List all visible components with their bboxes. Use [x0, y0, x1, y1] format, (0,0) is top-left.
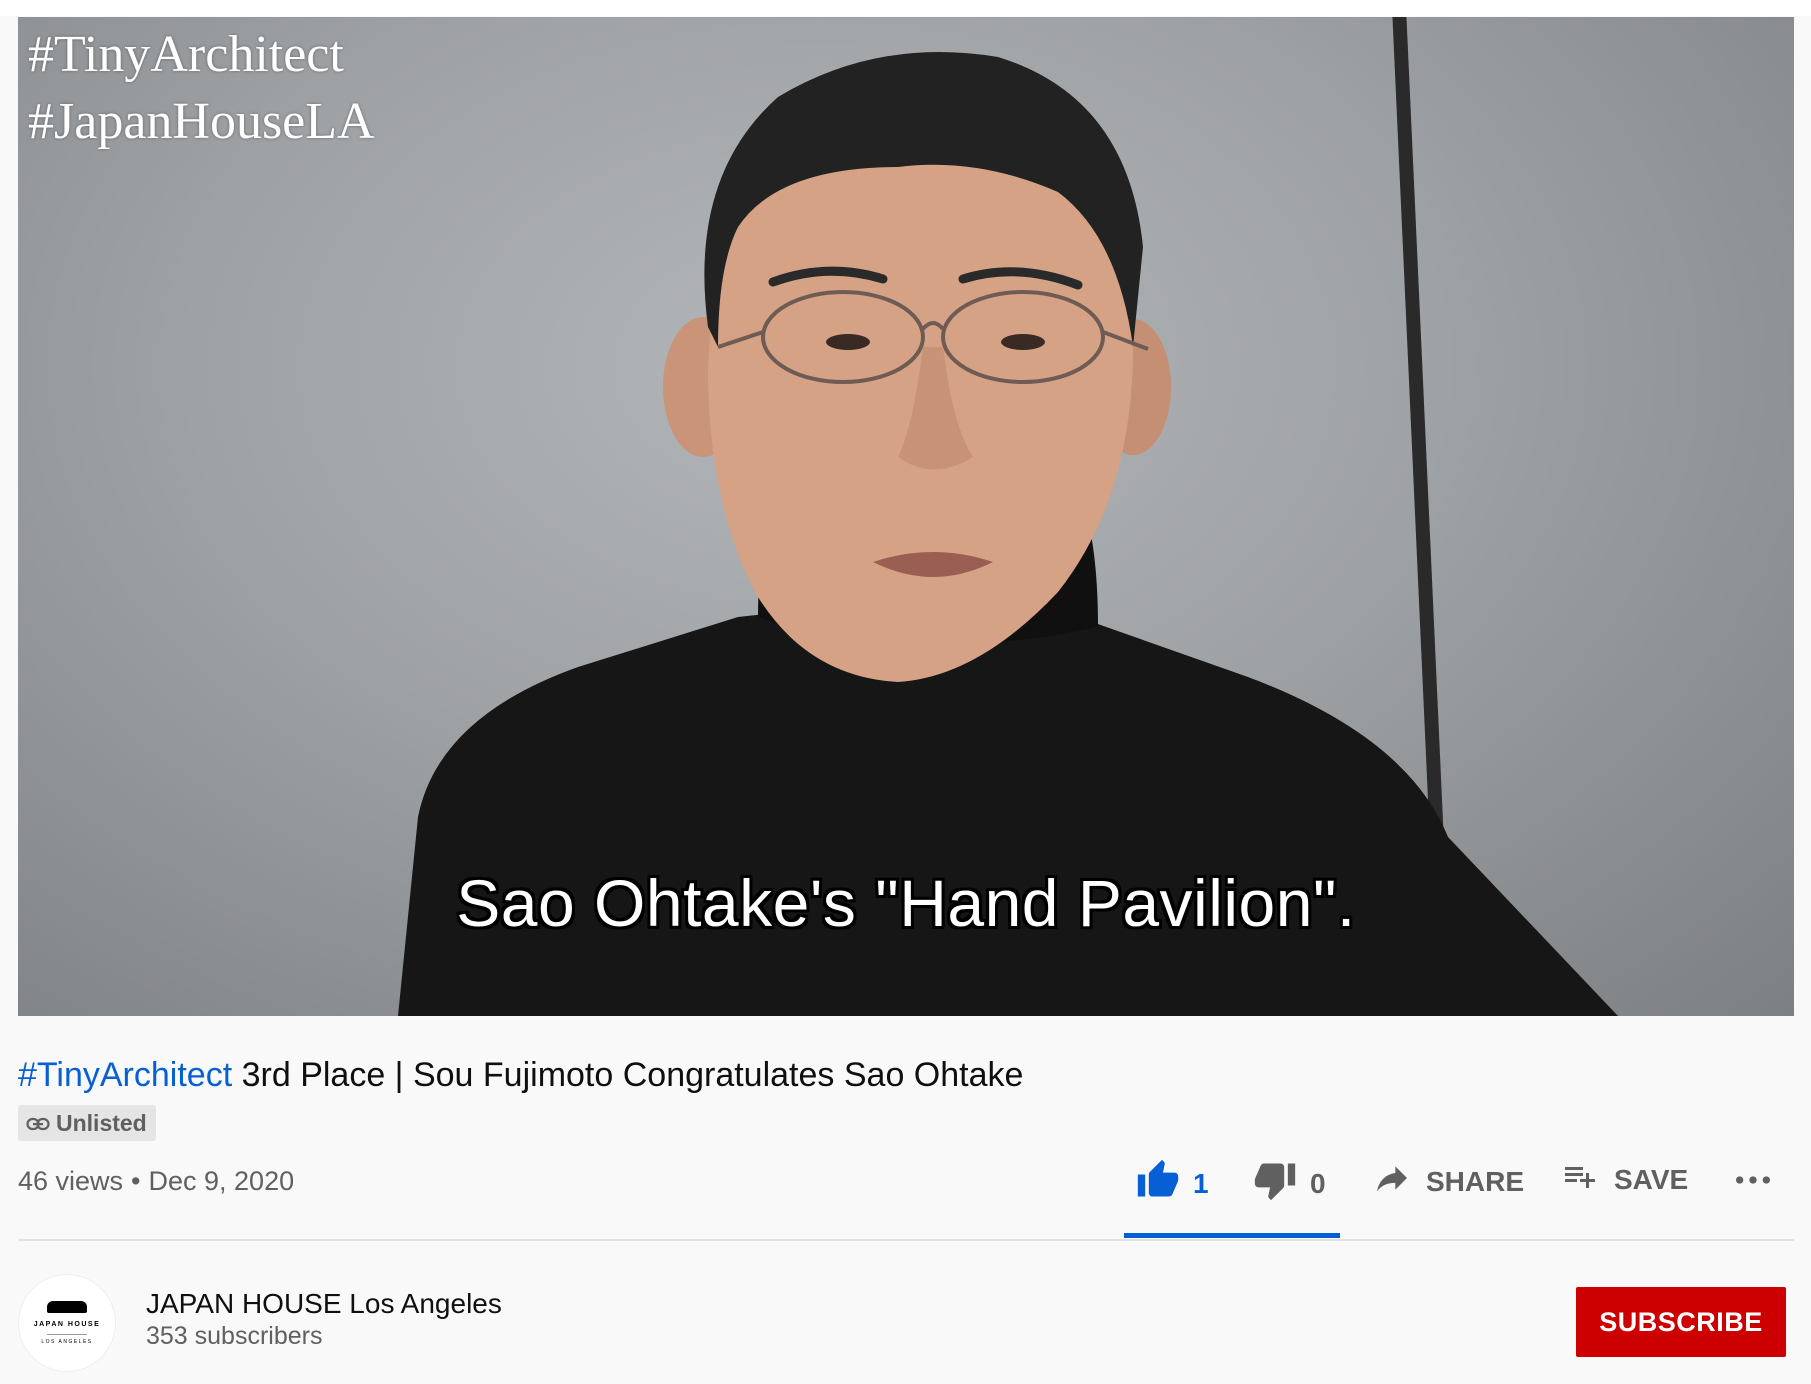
- thumbs-down-icon: [1252, 1158, 1298, 1209]
- save-button[interactable]: SAVE: [1558, 1158, 1688, 1201]
- channel-name[interactable]: JAPAN HOUSE Los Angeles: [146, 1288, 502, 1320]
- video-player[interactable]: #TinyArchitect #JapanHouseLA Sao Ohtake'…: [18, 17, 1794, 1016]
- share-label: SHARE: [1426, 1165, 1525, 1197]
- like-sentiment-bar: [1124, 1233, 1340, 1238]
- avatar-text-top: JAPAN HOUSE: [33, 1321, 101, 1328]
- top-strip: [0, 0, 1811, 16]
- overlay-hashtag-2: #JapanHouseLA: [28, 93, 375, 150]
- video-actions: 1 0 SHARE SAVE: [0, 1158, 1811, 1218]
- playlist-add-icon: [1558, 1158, 1602, 1201]
- channel-avatar[interactable]: JAPAN HOUSE LOS ANGELES: [18, 1274, 116, 1372]
- channel-logo-mark: [47, 1301, 87, 1313]
- subscribe-button[interactable]: SUBSCRIBE: [1576, 1287, 1786, 1357]
- avatar-text-bottom: LOS ANGELES: [41, 1339, 93, 1345]
- unlisted-label: Unlisted: [56, 1109, 147, 1136]
- title-hashtag-link[interactable]: #TinyArchitect: [18, 1056, 232, 1094]
- avatar-rule: [47, 1334, 87, 1335]
- more-actions-button[interactable]: [1733, 1160, 1773, 1207]
- video-title: #TinyArchitect 3rd Place | Sou Fujimoto …: [18, 1056, 1023, 1095]
- video-hashtag-overlay: #TinyArchitect #JapanHouseLA: [28, 21, 375, 155]
- thumbs-up-icon: [1135, 1158, 1181, 1209]
- title-text: 3rd Place | Sou Fujimoto Congratulates S…: [232, 1056, 1024, 1094]
- like-button[interactable]: 1: [1135, 1158, 1209, 1209]
- more-horizontal-icon: [1733, 1160, 1773, 1207]
- share-button[interactable]: SHARE: [1370, 1158, 1524, 1205]
- unlisted-badge: Unlisted: [18, 1105, 156, 1141]
- share-arrow-icon: [1370, 1158, 1414, 1205]
- save-label: SAVE: [1614, 1163, 1689, 1195]
- dislike-button[interactable]: 0: [1252, 1158, 1326, 1209]
- like-count: 1: [1193, 1167, 1209, 1199]
- overlay-hashtag-1: #TinyArchitect: [28, 26, 344, 83]
- dislike-count: 0: [1310, 1167, 1326, 1199]
- video-subtitle: Sao Ohtake's "Hand Pavilion".: [456, 866, 1356, 940]
- subscriber-count: 353 subscribers: [146, 1322, 323, 1350]
- link-icon: [26, 1110, 50, 1137]
- section-divider: [18, 1239, 1794, 1241]
